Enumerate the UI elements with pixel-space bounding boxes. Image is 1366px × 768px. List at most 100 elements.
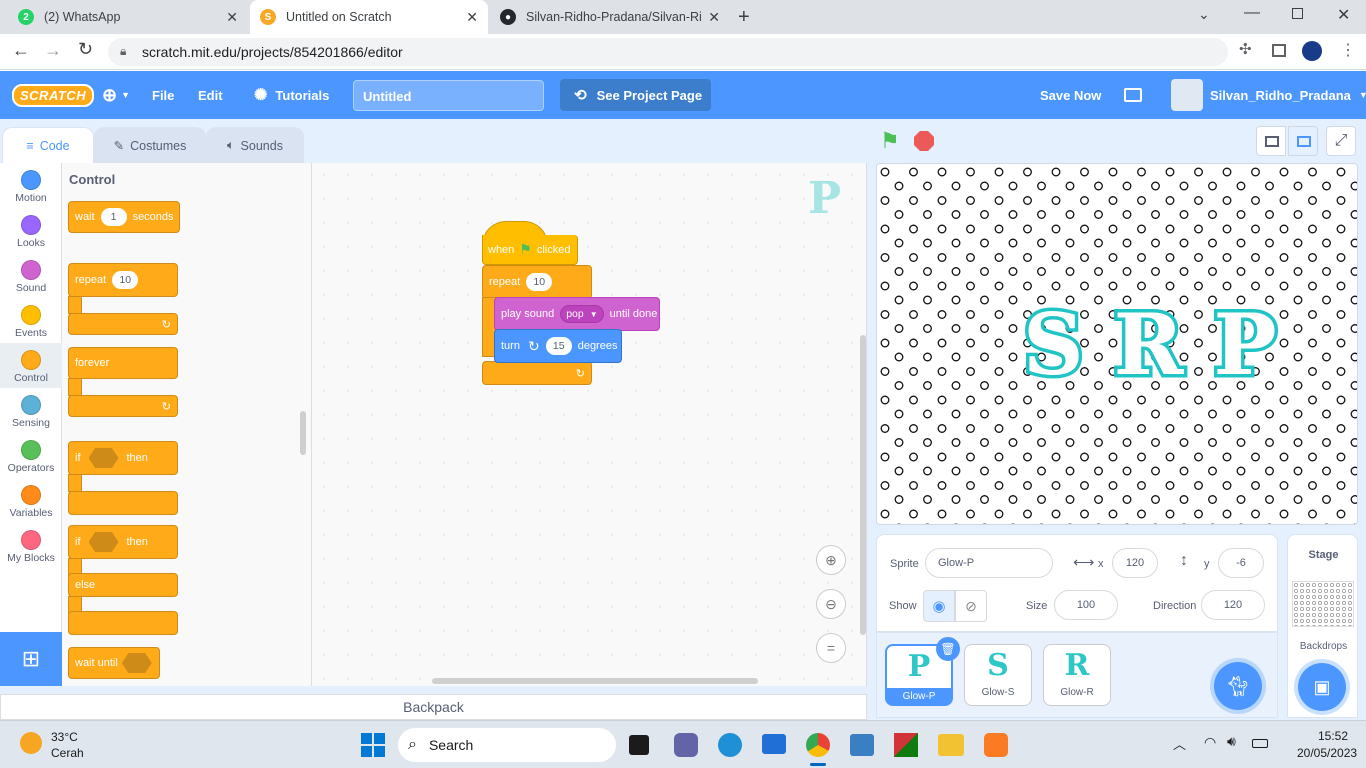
add-sprite-button[interactable]: 🐈︎ — [1214, 662, 1262, 710]
reload-icon[interactable]: ↻ — [78, 39, 93, 60]
edge-icon[interactable] — [718, 733, 742, 757]
side-panel-icon[interactable] — [1272, 44, 1286, 57]
my-stuff-folder-icon[interactable] — [1124, 88, 1142, 102]
tab-github[interactable]: ● Silvan-Ridho-Pradana/Silvan-Ridh ✕ — [490, 0, 730, 34]
category-events[interactable]: Events — [0, 298, 62, 343]
category-motion[interactable]: Motion — [0, 163, 62, 208]
tab-sounds[interactable]: 🔈︎ Sounds — [206, 127, 304, 163]
code-workspace[interactable]: P when ⚑ clicked repeat 10 ↻ play sound p… — [312, 163, 867, 686]
close-window-icon[interactable]: ✕ — [1337, 5, 1350, 25]
green-flag-button[interactable]: ⚑ — [880, 128, 900, 154]
project-title-input[interactable]: Untitled — [353, 80, 544, 111]
workspace-vertical-scrollbar[interactable] — [860, 335, 866, 635]
forward-icon[interactable]: → — [44, 40, 62, 61]
turn-degrees-input[interactable]: 15 — [545, 337, 572, 355]
small-stage-button[interactable] — [1256, 126, 1286, 156]
add-backdrop-button[interactable]: ▣ — [1298, 663, 1346, 711]
back-icon[interactable]: ← — [12, 40, 30, 61]
category-sensing[interactable]: Sensing — [0, 388, 62, 433]
sprite-thumb-glow-s[interactable]: S Glow-S — [964, 644, 1032, 706]
task-view-icon[interactable] — [629, 735, 649, 755]
zoom-in-button[interactable]: ⊕ — [816, 545, 846, 575]
edit-menu[interactable]: Edit — [198, 71, 223, 119]
stage-sprites-text[interactable]: SRP — [1020, 296, 1307, 393]
weather-temp[interactable]: 33°C — [51, 730, 78, 744]
clock-time[interactable]: 15:52 — [1318, 729, 1348, 743]
repeat-count-input[interactable]: 10 — [112, 271, 139, 289]
category-looks[interactable]: Looks — [0, 208, 62, 253]
delete-sprite-button[interactable]: 🗑︎ — [936, 637, 960, 661]
volume-icon[interactable]: 🔊︎ — [1227, 733, 1236, 750]
large-stage-button[interactable] — [1288, 126, 1318, 156]
category-control[interactable]: Control — [0, 343, 62, 388]
turn-degrees-block[interactable]: turn ↻ 15 degrees — [494, 329, 622, 363]
show-visible-button[interactable]: ◉ — [923, 590, 955, 622]
start-button[interactable] — [361, 733, 385, 757]
stop-button[interactable] — [914, 131, 934, 151]
y-field[interactable]: -6 — [1218, 548, 1264, 578]
chevron-up-icon[interactable]: ︿ — [1173, 734, 1186, 753]
script-repeat-input[interactable]: 10 — [526, 273, 553, 291]
wait-until-block[interactable]: wait until — [68, 647, 160, 679]
palette-scrollbar[interactable] — [300, 411, 306, 455]
script-repeat-block[interactable]: repeat 10 — [482, 265, 592, 299]
file-explorer-icon[interactable] — [938, 734, 964, 756]
close-icon[interactable]: ✕ — [466, 9, 478, 26]
condition-slot[interactable] — [121, 653, 152, 673]
tab-code[interactable]: ≡ Code — [2, 127, 94, 163]
tab-costumes[interactable]: ✎ Costumes — [94, 127, 206, 163]
condition-slot[interactable] — [88, 532, 119, 552]
extensions-icon[interactable]: ✣ — [1239, 40, 1252, 58]
file-transfer-icon[interactable] — [850, 734, 874, 756]
repeat-block[interactable]: repeat 10 ↻ — [68, 263, 178, 335]
fullscreen-button[interactable]: ⤢ — [1326, 126, 1356, 156]
x-field[interactable]: 120 — [1112, 548, 1158, 578]
direction-field[interactable]: 120 — [1201, 590, 1265, 620]
category-sound[interactable]: Sound — [0, 253, 62, 298]
tutorials-button[interactable]: ✺ Tutorials — [254, 71, 329, 119]
stage-canvas[interactable]: SRP — [876, 163, 1358, 525]
category-variables[interactable]: Variables — [0, 478, 62, 523]
close-icon[interactable]: ✕ — [226, 9, 238, 26]
when-flag-clicked-block[interactable]: when ⚑ clicked — [482, 221, 578, 265]
xampp-icon[interactable] — [984, 733, 1008, 757]
zoom-reset-button[interactable]: = — [816, 633, 846, 663]
wait-seconds-input[interactable]: 1 — [100, 208, 127, 226]
wait-seconds-block[interactable]: wait 1 seconds — [68, 201, 180, 233]
account-menu[interactable]: Silvan_Ridho_Pradana ▼ — [1210, 71, 1366, 119]
forever-block[interactable]: forever ↻ — [68, 347, 178, 417]
stage-selector[interactable]: Stage Backdrops ▣ — [1287, 534, 1358, 718]
clock-date[interactable]: 20/05/2023 — [1297, 746, 1357, 760]
close-icon[interactable]: ✕ — [708, 9, 720, 26]
workspace-horizontal-scrollbar[interactable] — [432, 678, 758, 684]
if-then-block[interactable]: if then — [68, 441, 178, 515]
wifi-icon[interactable]: ◠ — [1204, 734, 1216, 751]
save-now-button[interactable]: Save Now — [1040, 71, 1101, 119]
sprite-thumb-glow-r[interactable]: R Glow-R — [1043, 644, 1111, 706]
address-bar[interactable]: 🔒︎ scratch.mit.edu/projects/854201866/ed… — [108, 38, 1228, 66]
if-then-else-block[interactable]: if then else — [68, 525, 178, 635]
add-extension-button[interactable]: ⊞ — [0, 632, 62, 686]
new-tab-icon[interactable]: + — [738, 6, 750, 29]
account-avatar[interactable] — [1171, 79, 1203, 111]
category-my-blocks[interactable]: My Blocks — [0, 523, 62, 568]
menu-icon[interactable]: ⋮ — [1340, 40, 1356, 60]
sprite-name-field[interactable]: Glow-P — [925, 548, 1053, 578]
see-project-page-button[interactable]: ⟲ See Project Page — [560, 79, 711, 111]
tab-whatsapp[interactable]: 2 (2) WhatsApp ✕ — [8, 0, 248, 34]
sound-dropdown[interactable]: pop ▼ — [560, 305, 604, 323]
file-menu[interactable]: File — [152, 71, 174, 119]
play-sound-until-done-block[interactable]: play sound pop ▼ until done — [494, 297, 660, 331]
tab-search-icon[interactable]: ⌄ — [1198, 6, 1210, 23]
category-operators[interactable]: Operators — [0, 433, 62, 478]
office-app-icon[interactable] — [894, 733, 918, 757]
profile-avatar[interactable] — [1302, 41, 1322, 61]
show-hidden-button[interactable]: ⊘ — [955, 590, 987, 622]
backpack[interactable]: Backpack — [0, 694, 867, 720]
taskbar-search[interactable]: ⌕ Search — [398, 728, 616, 762]
battery-icon[interactable] — [1252, 739, 1268, 748]
chrome-icon[interactable] — [806, 733, 830, 757]
mail-icon[interactable] — [762, 734, 786, 754]
zoom-out-button[interactable]: ⊖ — [816, 589, 846, 619]
language-menu[interactable]: ⊕ ▼ — [102, 71, 130, 119]
